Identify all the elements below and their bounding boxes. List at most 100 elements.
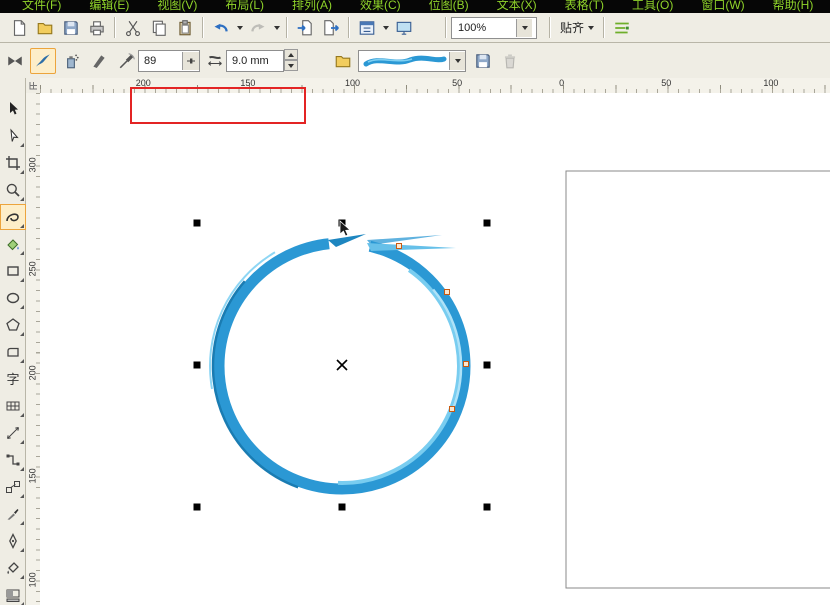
chevron-down-icon (454, 59, 461, 63)
cut-button[interactable] (120, 15, 146, 41)
zoom-combo-arrow[interactable] (516, 18, 532, 37)
stroke-list-combobox[interactable] (358, 50, 466, 72)
browse-button[interactable] (330, 48, 356, 74)
smoothing-field[interactable]: 89 (138, 50, 200, 72)
export-button[interactable] (318, 15, 344, 41)
text-tool-icon: 字 (6, 371, 20, 387)
outline-pen-tool[interactable] (0, 528, 26, 554)
toolbar-separator (286, 17, 288, 38)
redo-button[interactable] (245, 15, 271, 41)
ellipse-tool[interactable] (0, 285, 26, 311)
crop-tool[interactable] (0, 150, 26, 176)
brush-icon (36, 54, 50, 67)
ruler-label: 0 (559, 78, 565, 88)
chevron-down-icon (236, 25, 243, 30)
menu-item[interactable]: 编辑(E) (75, 0, 143, 13)
redo-dropdown[interactable] (271, 16, 282, 40)
menu-item[interactable]: 窗口(W) (687, 0, 758, 13)
chevron-down-icon (588, 25, 595, 30)
menu-item[interactable]: 帮助(H) (759, 0, 828, 13)
menu-item[interactable]: 文本(X) (483, 0, 551, 13)
save-button[interactable] (58, 15, 84, 41)
menu-item[interactable]: 位图(B) (415, 0, 483, 13)
welcome-screen-button[interactable] (391, 15, 417, 41)
menu-item[interactable]: 排列(A) (278, 0, 346, 13)
menu-item[interactable]: 文件(F) (8, 0, 75, 13)
shape-tool[interactable] (0, 123, 26, 149)
brush-mode-button[interactable] (30, 48, 56, 74)
stroke-list-arrow[interactable] (449, 52, 465, 70)
drawing-canvas[interactable] (40, 93, 830, 605)
delete-stroke-button[interactable] (497, 48, 523, 74)
fill-tool[interactable] (0, 555, 26, 581)
pressure-mode-button[interactable] (114, 48, 140, 74)
spin-up-button[interactable] (284, 49, 298, 60)
save-icon (64, 20, 78, 35)
menu-item[interactable]: 视图(V) (143, 0, 211, 13)
magnifier-icon (6, 183, 20, 197)
text-tool[interactable]: 字 (0, 366, 26, 392)
toolbar-separator (445, 17, 447, 38)
sprayer-mode-button[interactable] (58, 48, 84, 74)
connector-tool[interactable] (0, 447, 26, 473)
import-button[interactable] (292, 15, 318, 41)
artistic-media-tool[interactable] (0, 204, 26, 230)
toolbox: 字 (0, 78, 26, 605)
menu-item[interactable]: 工具(O) (618, 0, 687, 13)
copy-button[interactable] (146, 15, 172, 41)
smoothing-slider-button[interactable] (182, 52, 199, 70)
undo-dropdown[interactable] (234, 16, 245, 40)
toolbar-separator (549, 17, 551, 38)
application-launcher-dropdown[interactable] (380, 16, 391, 40)
stroke-width-value: 9.0 mm (232, 55, 269, 67)
selection-center-mark (336, 359, 348, 371)
dimension-tool[interactable] (0, 420, 26, 446)
alignment-guides-icon (615, 22, 629, 33)
rectangle-tool[interactable] (0, 258, 26, 284)
horizontal-ruler[interactable]: 200 150 100 50 0 50 100 (40, 78, 830, 94)
alignment-guides-button[interactable] (609, 15, 635, 41)
menu-item[interactable]: 布局(L) (211, 0, 278, 13)
open-button[interactable] (32, 15, 58, 41)
table-tool[interactable] (0, 393, 26, 419)
print-button[interactable] (84, 15, 110, 41)
basic-shapes-icon (7, 347, 19, 357)
menu-item[interactable]: 效果(C) (346, 0, 415, 13)
smoothing-value: 89 (144, 55, 157, 67)
artistic-media-icon (6, 213, 19, 222)
toolbar-separator (202, 17, 204, 38)
shape-arrow-icon (10, 128, 19, 142)
sprayer-icon (67, 54, 79, 69)
polygon-tool[interactable] (0, 312, 26, 338)
pressure-pen-icon (119, 53, 135, 69)
basic-shapes-tool[interactable] (0, 339, 26, 365)
blend-tool[interactable] (0, 474, 26, 500)
ruler-label: 50 (661, 78, 672, 88)
application-launcher-button[interactable] (354, 15, 380, 41)
chevron-up-icon (288, 52, 294, 57)
vertical-ruler[interactable]: 300 250 200 150 100 (26, 93, 41, 605)
stroke-width-field[interactable]: 9.0 mm (226, 50, 284, 72)
pick-arrow-icon (10, 102, 18, 115)
smart-fill-icon (7, 239, 19, 251)
calligraphic-mode-button[interactable] (86, 48, 112, 74)
undo-button[interactable] (208, 15, 234, 41)
ruler-origin[interactable] (26, 78, 41, 94)
preset-mode-button[interactable] (2, 48, 28, 74)
paste-button[interactable] (172, 15, 198, 41)
new-document-button[interactable] (6, 15, 32, 41)
ruler-origin-icon (29, 82, 37, 90)
pick-tool[interactable] (0, 96, 26, 122)
eyedropper-tool[interactable] (0, 501, 26, 527)
snap-to-dropdown[interactable]: 贴齐 (555, 17, 599, 39)
zoom-tool[interactable] (0, 177, 26, 203)
zoom-level-combobox[interactable]: 100% (451, 16, 537, 39)
connector-icon (6, 454, 20, 466)
smart-fill-tool[interactable] (0, 231, 26, 257)
spin-down-button[interactable] (284, 60, 298, 71)
outline-pen-icon (9, 533, 17, 549)
save-stroke-button[interactable] (470, 48, 496, 74)
stroke-width-icon (208, 55, 222, 66)
interactive-fill-tool[interactable] (0, 582, 26, 605)
menu-item[interactable]: 表格(T) (551, 0, 618, 13)
